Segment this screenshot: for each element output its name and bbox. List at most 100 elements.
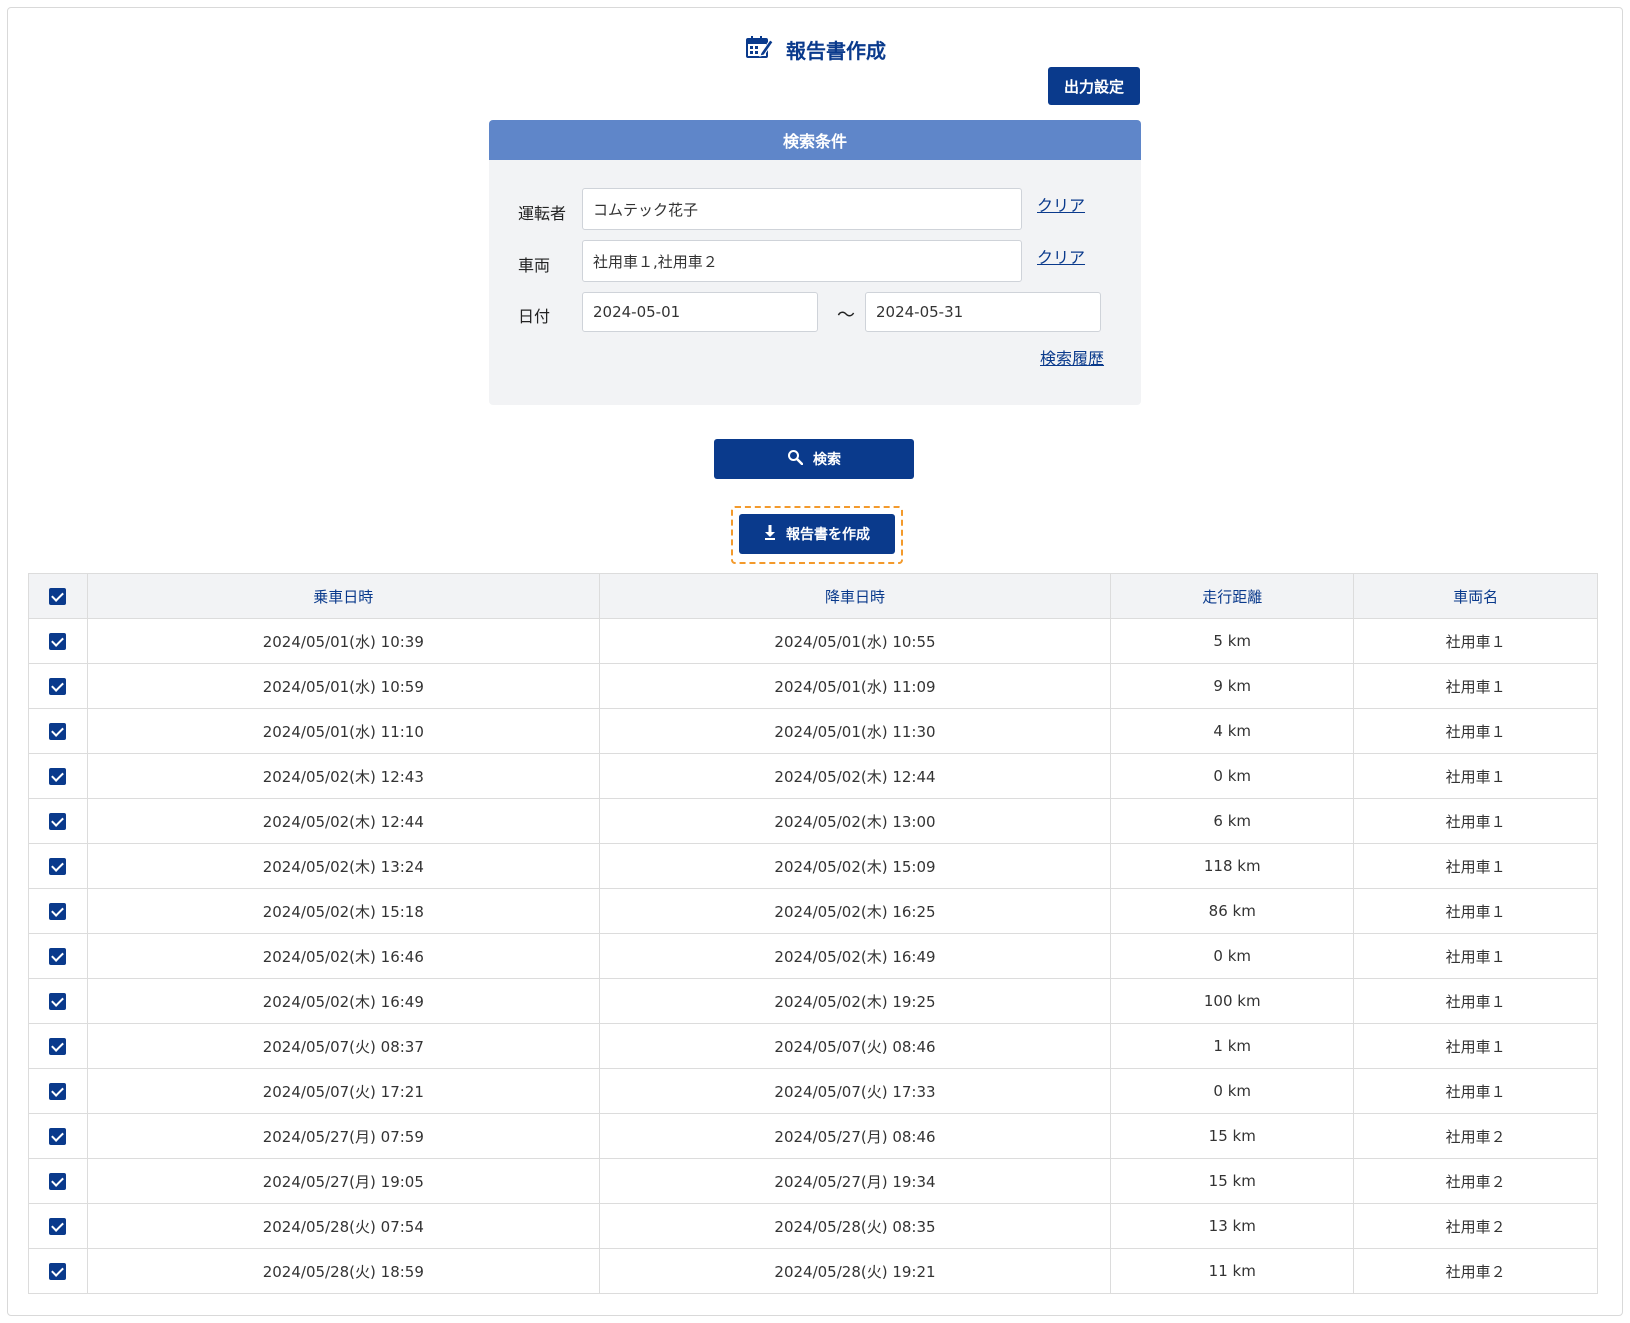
vehicle-name-cell: 社用車１ [1353,663,1598,709]
vehicle-name-cell: 社用車１ [1353,1068,1598,1114]
create-report-label: 報告書を作成 [786,527,870,543]
column-header-distance[interactable]: 走行距離 [1110,573,1355,619]
row-checkbox-cell [28,843,88,889]
alight-time-cell: 2024/05/07(火) 08:46 [598,1023,1112,1069]
column-header-alight-time[interactable]: 降車日時 [598,573,1112,619]
vehicle-label: 車両 [518,256,551,275]
row-checkbox-cell [28,1113,88,1159]
board-time-cell: 2024/05/28(火) 07:54 [86,1203,600,1249]
vehicle-field[interactable]: 社用車１,社用車２ [582,240,1022,282]
trip-table: 乗車日時 降車日時 走行距離 車両名 2024/05/01(水) 10:39 20… [28,573,1598,1294]
board-time-cell: 2024/05/27(月) 07:59 [86,1113,600,1159]
table-row[interactable]: 2024/05/27(月) 19:05 2024/05/27(月) 19:34 15… [28,1158,1598,1204]
table-row[interactable]: 2024/05/07(火) 17:21 2024/05/07(火) 17:33 0 … [28,1068,1598,1114]
search-conditions-heading: 検索条件 [489,120,1141,160]
vehicle-name-cell: 社用車１ [1353,843,1598,889]
vehicle-name-cell: 社用車１ [1353,618,1598,664]
vehicle-name-cell: 社用車２ [1353,1113,1598,1159]
table-row[interactable]: 2024/05/02(木) 12:43 2024/05/02(木) 12:44 0 … [28,753,1598,799]
page-title: 報告書作成 [786,38,886,63]
row-checkbox[interactable] [49,723,67,740]
board-time-cell: 2024/05/02(木) 12:43 [86,753,600,799]
alight-time-cell: 2024/05/02(木) 12:44 [598,753,1112,799]
distance-cell: 13 km [1110,1203,1355,1249]
board-time-cell: 2024/05/02(木) 16:46 [86,933,600,979]
alight-time-cell: 2024/05/27(月) 08:46 [598,1113,1112,1159]
row-checkbox[interactable] [49,678,67,695]
table-row[interactable]: 2024/05/28(火) 18:59 2024/05/28(火) 19:21 11… [28,1248,1598,1294]
search-button[interactable]: 検索 [714,439,914,479]
row-checkbox[interactable] [49,633,67,650]
driver-field[interactable]: コムテック花子 [582,188,1022,230]
row-checkbox-cell [28,798,88,844]
search-history-link[interactable]: 検索履歴 [1040,345,1104,369]
output-settings-button[interactable]: 出力設定 [1048,67,1140,105]
distance-cell: 100 km [1110,978,1355,1024]
vehicle-name-cell: 社用車１ [1353,888,1598,934]
row-checkbox-cell [28,1068,88,1114]
search-conditions-panel: 検索条件 運転者 コムテック花子 クリア 車両 社用車１,社用車２ クリア 日付… [489,120,1141,405]
alight-time-cell: 2024/05/02(木) 13:00 [598,798,1112,844]
vehicle-name-cell: 社用車１ [1353,708,1598,754]
row-checkbox[interactable] [49,1263,67,1280]
row-checkbox-cell [28,1203,88,1249]
row-checkbox-cell [28,663,88,709]
table-row[interactable]: 2024/05/01(水) 11:10 2024/05/01(水) 11:30 4 … [28,708,1598,754]
row-checkbox-cell [28,933,88,979]
driver-clear-link[interactable]: クリア [1037,192,1085,216]
table-row[interactable]: 2024/05/28(火) 07:54 2024/05/28(火) 08:35 13… [28,1203,1598,1249]
distance-cell: 118 km [1110,843,1355,889]
vehicle-clear-link[interactable]: クリア [1037,244,1085,268]
board-time-cell: 2024/05/27(月) 19:05 [86,1158,600,1204]
vehicle-name-cell: 社用車１ [1353,933,1598,979]
calendar-edit-icon [746,35,774,63]
create-report-button[interactable]: 報告書を作成 [739,514,895,554]
column-header-vehicle[interactable]: 車両名 [1353,573,1598,619]
table-row[interactable]: 2024/05/07(火) 08:37 2024/05/07(火) 08:46 1 … [28,1023,1598,1069]
row-checkbox[interactable] [49,858,67,875]
select-all-checkbox[interactable] [49,588,67,605]
row-checkbox[interactable] [49,1038,67,1055]
alight-time-cell: 2024/05/01(水) 11:09 [598,663,1112,709]
distance-cell: 0 km [1110,1068,1355,1114]
row-checkbox[interactable] [49,768,67,785]
search-icon [787,449,804,469]
alight-time-cell: 2024/05/02(木) 16:49 [598,933,1112,979]
row-checkbox[interactable] [49,948,67,965]
row-checkbox[interactable] [49,1128,67,1145]
alight-time-cell: 2024/05/02(木) 15:09 [598,843,1112,889]
row-checkbox-cell [28,888,88,934]
table-row[interactable]: 2024/05/02(木) 13:24 2024/05/02(木) 15:09 11… [28,843,1598,889]
table-row[interactable]: 2024/05/02(木) 12:44 2024/05/02(木) 13:00 6 … [28,798,1598,844]
table-row[interactable]: 2024/05/27(月) 07:59 2024/05/27(月) 08:46 15… [28,1113,1598,1159]
date-from-field[interactable]: 2024-05-01 [582,292,818,332]
row-checkbox[interactable] [49,903,67,920]
select-all-cell [28,573,88,619]
column-header-board-time[interactable]: 乗車日時 [86,573,600,619]
date-to-field[interactable]: 2024-05-31 [865,292,1101,332]
board-time-cell: 2024/05/28(火) 18:59 [86,1248,600,1294]
row-checkbox-cell [28,1023,88,1069]
row-checkbox-cell [28,618,88,664]
board-time-cell: 2024/05/07(火) 08:37 [86,1023,600,1069]
table-row[interactable]: 2024/05/02(木) 16:46 2024/05/02(木) 16:49 0 … [28,933,1598,979]
row-checkbox[interactable] [49,1218,67,1235]
alight-time-cell: 2024/05/28(火) 19:21 [598,1248,1112,1294]
row-checkbox[interactable] [49,813,67,830]
alight-time-cell: 2024/05/02(木) 19:25 [598,978,1112,1024]
table-header-row: 乗車日時 降車日時 走行距離 車両名 [28,573,1598,619]
row-checkbox[interactable] [49,1173,67,1190]
table-row[interactable]: 2024/05/01(水) 10:59 2024/05/01(水) 11:09 9 … [28,663,1598,709]
board-time-cell: 2024/05/02(木) 12:44 [86,798,600,844]
board-time-cell: 2024/05/02(木) 13:24 [86,843,600,889]
driver-label: 運転者 [518,204,567,223]
table-row[interactable]: 2024/05/02(木) 15:18 2024/05/02(木) 16:25 86… [28,888,1598,934]
vehicle-name-cell: 社用車２ [1353,1203,1598,1249]
row-checkbox[interactable] [49,1083,67,1100]
download-icon [764,524,776,544]
table-row[interactable]: 2024/05/02(木) 16:49 2024/05/02(木) 19:25 10… [28,978,1598,1024]
distance-cell: 86 km [1110,888,1355,934]
row-checkbox[interactable] [49,993,67,1010]
board-time-cell: 2024/05/02(木) 15:18 [86,888,600,934]
table-row[interactable]: 2024/05/01(水) 10:39 2024/05/01(水) 10:55 5 … [28,618,1598,664]
